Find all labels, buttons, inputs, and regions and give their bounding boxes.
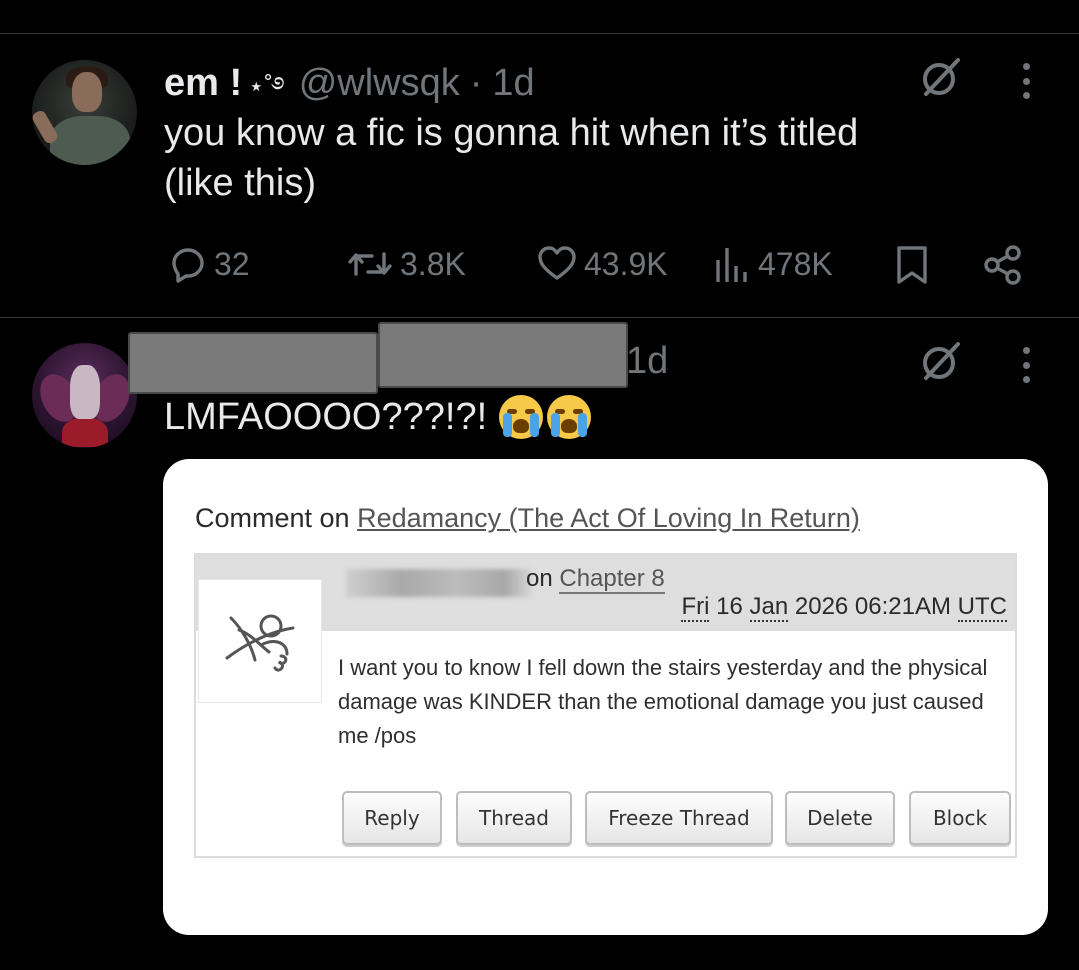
- views-button[interactable]: 478K: [712, 244, 833, 284]
- date-year-time: 2026 06:21AM: [794, 593, 951, 620]
- display-name[interactable]: em !: [164, 62, 242, 105]
- top-divider: [0, 33, 1079, 34]
- chapter-line: on Chapter 8: [526, 565, 665, 594]
- views-icon: [716, 248, 747, 282]
- on-label: on: [526, 565, 553, 592]
- bookmark-icon: [897, 246, 927, 284]
- share-button[interactable]: [982, 244, 1024, 286]
- tweet-text: you know a fic is gonna hit when it’s ti…: [164, 108, 858, 208]
- freeze-thread-button: Freeze Thread: [585, 791, 773, 845]
- bookmark-button[interactable]: [894, 244, 930, 286]
- redacted-display-name: [128, 332, 378, 394]
- like-button[interactable]: 43.9K: [536, 244, 668, 284]
- like-count: 43.9K: [584, 245, 668, 282]
- redacted-commenter-name: [346, 569, 532, 597]
- thread-button: Thread: [456, 791, 572, 845]
- date-day: Fri: [681, 593, 710, 622]
- chapter-link: Chapter 8: [559, 565, 665, 594]
- heart-icon: [538, 246, 576, 280]
- reply-button[interactable]: 32: [168, 244, 250, 284]
- date-number: 16: [716, 593, 743, 620]
- tweet-actions: 32 3.8K 43.9K 478K: [164, 240, 1034, 290]
- more-options-icon[interactable]: [1021, 63, 1031, 99]
- tweet-divider: [0, 317, 1079, 318]
- delete-button: Delete: [785, 791, 895, 845]
- timestamp[interactable]: 1d: [626, 340, 668, 383]
- share-icon: [984, 245, 1021, 285]
- separator-dot: ·: [469, 62, 483, 104]
- avatar[interactable]: [32, 343, 137, 448]
- embedded-image-card[interactable]: Comment on Redamancy (The Act Of Loving …: [163, 459, 1048, 935]
- tweet-text-line: you know a fic is gonna hit when it’s ti…: [164, 112, 859, 154]
- more-options-icon[interactable]: [1021, 347, 1031, 383]
- comment-datetime: Fri 16 Jan 2026 06:21AM UTC: [681, 593, 1007, 622]
- repost-count: 3.8K: [400, 245, 466, 282]
- grok-icon[interactable]: [920, 340, 962, 382]
- doodle-avatar-icon: [225, 614, 295, 672]
- repost-icon: [348, 252, 392, 276]
- tweet-text: LMFAOOOO???!?!: [164, 392, 592, 442]
- tweet-text-content: LMFAOOOO???!?!: [164, 396, 488, 438]
- tweet-text-line: (like this): [164, 162, 317, 204]
- comment-body: I want you to know I fell down the stair…: [338, 655, 988, 748]
- comment-prefix: Comment on: [195, 503, 350, 533]
- reply-icon: [172, 248, 204, 283]
- crying-face-emoji-icon: [547, 395, 592, 439]
- comment-heading: Comment on Redamancy (The Act Of Loving …: [195, 503, 860, 534]
- grok-icon[interactable]: [920, 56, 962, 98]
- views-count: 478K: [758, 245, 833, 282]
- work-title-link: Redamancy (The Act Of Loving In Return): [357, 503, 860, 533]
- block-button: Block: [909, 791, 1011, 845]
- repost-button[interactable]: 3.8K: [346, 244, 466, 284]
- user-icon: [198, 579, 322, 703]
- timestamp[interactable]: 1d: [492, 62, 534, 105]
- redacted-handle: [378, 322, 628, 388]
- reply-button: Reply: [342, 791, 442, 845]
- reply-count: 32: [214, 245, 250, 282]
- crying-face-emoji-icon: [499, 395, 544, 439]
- date-month: Jan: [749, 593, 789, 622]
- avatar[interactable]: [32, 60, 137, 165]
- date-timezone: UTC: [957, 593, 1007, 622]
- user-handle[interactable]: @wlwsqk: [299, 62, 460, 105]
- comment-box: on Chapter 8 Fri 16 Jan 2026 06:21AM UTC…: [194, 553, 1017, 858]
